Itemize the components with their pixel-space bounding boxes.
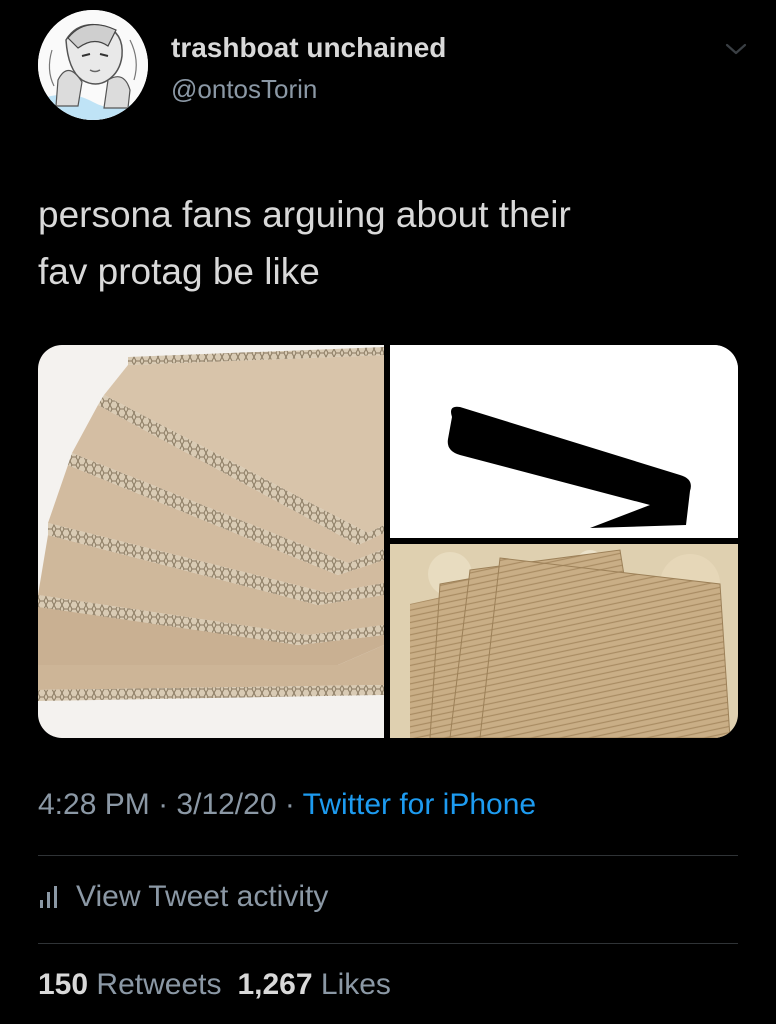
corrugated-cardboard-image — [390, 544, 738, 738]
media-image-top-right[interactable] — [390, 345, 738, 538]
tweet-stats: 150 Retweets 1,267 Likes — [38, 968, 391, 1002]
view-tweet-activity-button[interactable]: View Tweet activity — [38, 880, 328, 914]
chevron-down-icon[interactable] — [724, 40, 748, 58]
tweet-text-line: persona fans arguing about their — [38, 194, 571, 235]
meta-separator: · — [158, 788, 169, 821]
tweet-text-line: fav protag be like — [38, 251, 320, 292]
tweet-header: trashboat unchained @ontosTorin — [38, 10, 748, 120]
cardboard-stack-image — [38, 345, 384, 738]
retweets-count: 150 — [38, 968, 89, 1001]
display-name[interactable]: trashboat unchained — [171, 32, 446, 64]
media-image-left[interactable] — [38, 345, 384, 738]
tweet-date[interactable]: 3/12/20 — [176, 788, 276, 821]
black-shape-image — [390, 345, 738, 538]
retweets-stat[interactable]: 150 Retweets — [38, 968, 221, 1001]
username-handle[interactable]: @ontosTorin — [171, 74, 317, 105]
avatar-illustration — [38, 10, 148, 120]
tweet-time[interactable]: 4:28 PM — [38, 788, 150, 821]
tweet-timestamp: 4:28 PM · 3/12/20 · Twitter for iPhone — [38, 788, 536, 822]
likes-label: Likes — [320, 968, 391, 1001]
likes-count: 1,267 — [237, 968, 313, 1001]
media-image-bottom-right[interactable] — [390, 544, 738, 738]
view-tweet-activity-label: View Tweet activity — [76, 880, 329, 913]
tweet-source-link[interactable]: Twitter for iPhone — [303, 788, 536, 821]
tweet-text: persona fans arguing about their fav pro… — [38, 186, 738, 300]
divider — [38, 855, 738, 856]
bar-chart-icon — [40, 886, 57, 908]
media-grid — [38, 345, 738, 738]
likes-stat[interactable]: 1,267 Likes — [237, 968, 390, 1001]
meta-separator: · — [284, 788, 295, 821]
retweets-label: Retweets — [96, 968, 222, 1001]
divider — [38, 943, 738, 944]
avatar[interactable] — [38, 10, 148, 120]
